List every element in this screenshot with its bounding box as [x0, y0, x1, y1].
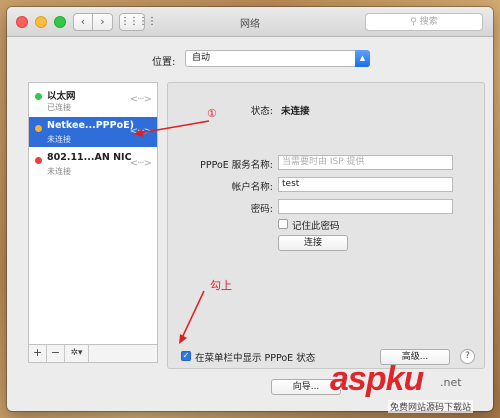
title-bar: ‹ › ⋮⋮⋮⋮ 网络 ⚲ 搜索 — [7, 7, 493, 37]
status-dot-icon — [35, 125, 42, 132]
network-arrows-icon: <···> — [129, 126, 152, 137]
status-value: 未连接 — [281, 106, 310, 117]
service-status: 已连接 — [47, 103, 71, 112]
service-name-label: PPPoE 服务名称: — [200, 160, 273, 171]
annotation-tick-note: 勾上 — [210, 279, 232, 292]
service-list: 以太网 已连接 <···> Netkee...PPPoE) 未连接 <···> … — [28, 82, 158, 345]
watermark-tagline: 免费网站源码下载站 — [388, 400, 474, 413]
status-label: 状态: — [250, 106, 273, 117]
account-input[interactable]: test — [278, 177, 453, 192]
annotation-circle-one: ① — [207, 107, 217, 120]
password-label: 密码: — [250, 204, 273, 215]
location-select[interactable]: 自动 ▲ — [185, 50, 370, 67]
password-input[interactable] — [278, 199, 453, 214]
network-preferences-window: ‹ › ⋮⋮⋮⋮ 网络 ⚲ 搜索 位置: 自动 ▲ 以太网 已连接 <···> … — [7, 7, 493, 411]
network-arrows-icon: <···> — [129, 94, 152, 105]
service-name: Netkee...PPPoE) — [47, 120, 134, 131]
location-value: 自动 — [192, 53, 211, 63]
service-detail-panel: 状态: 未连接 PPPoE 服务名称: 当需要时由 ISP 提供 帐户名称: t… — [167, 82, 485, 369]
remember-password-checkbox[interactable] — [278, 219, 288, 229]
updown-arrow-icon: ▲ — [355, 50, 370, 67]
show-in-menubar-label: 在菜单栏中显示 PPPoE 状态 — [195, 353, 316, 364]
account-label: 帐户名称: — [231, 182, 273, 193]
service-name: 802.11...AN NIC — [47, 152, 132, 163]
watermark-suffix: .net — [440, 376, 462, 389]
watermark-brand: aspku — [330, 360, 424, 398]
search-icon: ⚲ — [410, 17, 417, 27]
location-label: 位置: — [152, 57, 176, 68]
show-in-menubar-checkbox[interactable]: ✓ — [181, 351, 191, 361]
add-service-button[interactable]: + — [29, 345, 47, 362]
connect-button[interactable]: 连接 — [278, 235, 348, 251]
service-status: 未连接 — [47, 167, 71, 176]
gear-menu-button[interactable]: ✲▾ — [65, 345, 89, 362]
service-item-ethernet[interactable]: 以太网 已连接 <···> — [29, 85, 157, 115]
network-arrows-icon: <···> — [129, 158, 152, 169]
service-status: 未连接 — [47, 135, 71, 144]
service-item-pppoe[interactable]: Netkee...PPPoE) 未连接 <···> — [29, 117, 157, 147]
remove-service-button[interactable]: − — [47, 345, 65, 362]
service-name-input[interactable]: 当需要时由 ISP 提供 — [278, 155, 453, 170]
search-field[interactable]: ⚲ 搜索 — [365, 13, 483, 31]
status-dot-icon — [35, 93, 42, 100]
service-list-toolbar: + − ✲▾ — [28, 345, 158, 363]
service-name: 以太网 — [47, 91, 76, 102]
search-placeholder: 搜索 — [419, 17, 438, 27]
help-button[interactable]: ? — [460, 349, 475, 364]
status-dot-icon — [35, 157, 42, 164]
remember-password-label: 记住此密码 — [292, 221, 340, 232]
service-item-wifi[interactable]: 802.11...AN NIC 未连接 <···> — [29, 149, 157, 179]
